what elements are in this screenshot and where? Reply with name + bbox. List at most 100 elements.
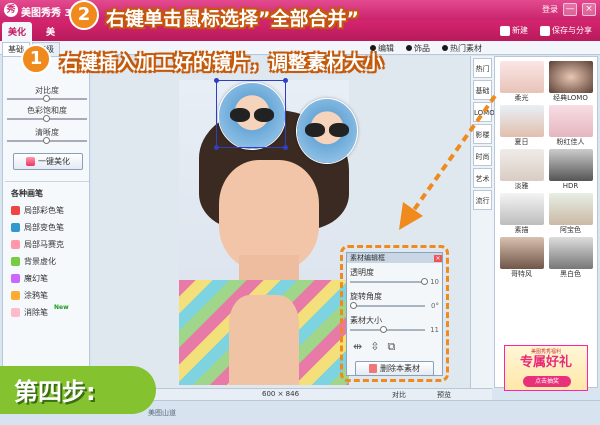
instruction-text-2: 右键单击鼠标选择”全部合并” bbox=[106, 8, 359, 30]
effect-thumb bbox=[548, 105, 593, 137]
local-color-icon bbox=[11, 206, 20, 215]
effect-pink-lady[interactable]: 粉红佳人 bbox=[548, 105, 593, 147]
brush-label: 局部马赛克 bbox=[24, 240, 64, 249]
effect-thumb bbox=[499, 61, 544, 93]
new-icon bbox=[500, 25, 510, 36]
effect-sketch[interactable]: 素描 bbox=[499, 193, 544, 235]
brush-item-eraser[interactable]: 消除笔 New bbox=[5, 304, 89, 321]
instruction-text-1: 右键插入加工好的镜片，调整素材大小 bbox=[60, 52, 384, 74]
brush-item-blur[interactable]: 背景虚化 bbox=[5, 253, 89, 270]
effect-label: 哥特风 bbox=[511, 270, 532, 278]
brush-label: 局部彩色笔 bbox=[24, 206, 64, 215]
effect-label: 素描 bbox=[514, 226, 529, 234]
effect-label: 黑白色 bbox=[560, 270, 581, 278]
new-label: 新建 bbox=[512, 26, 528, 35]
sharpness-track[interactable] bbox=[7, 137, 87, 144]
sharpness-slider[interactable]: 清晰度 bbox=[7, 127, 87, 144]
save-icon bbox=[540, 25, 550, 36]
tab-beautify[interactable]: 美化 bbox=[2, 22, 33, 41]
new-button[interactable]: 新建 bbox=[496, 22, 532, 39]
effect-abao-color[interactable]: 阿宝色 bbox=[548, 193, 593, 235]
image-dimensions: 600 × 846 bbox=[262, 390, 300, 398]
effect-soft-light[interactable]: 柔光 bbox=[499, 61, 544, 103]
app-logo-icon: 秀 bbox=[4, 3, 18, 17]
effect-thumb bbox=[499, 193, 544, 225]
contrast-knob[interactable] bbox=[43, 95, 50, 102]
resize-handle[interactable] bbox=[283, 145, 288, 150]
right-tab-hot[interactable]: 热门 bbox=[473, 58, 492, 78]
promo-ad[interactable]: 美图秀秀福利 专属好礼 点击抽奖 bbox=[504, 345, 588, 391]
step-title: 第四步: bbox=[14, 378, 96, 406]
effects-panel: 柔光 经典LOMO 夏日 粉红佳人 淡雅 HDR 素描 阿宝色 哥特风 黑白色 bbox=[494, 56, 598, 388]
left-panel: 对比度 色彩饱和度 清晰度 一键美化 各种画笔 局部彩色笔 局部变色笔 局部马赛… bbox=[2, 56, 90, 388]
effect-label: 经典LOMO bbox=[553, 94, 588, 102]
photo-chest bbox=[229, 295, 299, 385]
annotation-arrow bbox=[399, 94, 497, 230]
saturation-track[interactable] bbox=[7, 115, 87, 122]
effect-label: 粉红佳人 bbox=[556, 138, 585, 146]
brush-item-magic[interactable]: 魔幻笔 bbox=[5, 270, 89, 287]
effect-classic-lomo[interactable]: 经典LOMO bbox=[548, 61, 593, 103]
eraser-icon bbox=[11, 308, 20, 317]
mosaic-icon bbox=[11, 240, 20, 249]
one-click-beautify-button[interactable]: 一键美化 bbox=[13, 153, 83, 170]
step-banner: 第四步: bbox=[0, 366, 156, 414]
effect-hdr[interactable]: HDR bbox=[548, 149, 593, 191]
contrast-slider[interactable]: 对比度 bbox=[7, 85, 87, 102]
effect-thumb bbox=[548, 149, 593, 181]
save-share-button[interactable]: 保存与分享 bbox=[536, 22, 596, 39]
login-link[interactable]: 登录 bbox=[542, 4, 558, 15]
blur-icon bbox=[11, 257, 20, 266]
hot-material-icon bbox=[442, 45, 448, 51]
preview-button[interactable]: 预览 bbox=[437, 390, 451, 400]
brush-label: 涂鸦笔 bbox=[24, 291, 48, 300]
effect-elegant[interactable]: 淡雅 bbox=[499, 149, 544, 191]
saturation-knob[interactable] bbox=[43, 115, 50, 122]
selection-frame[interactable] bbox=[214, 78, 288, 150]
effect-gothic[interactable]: 哥特风 bbox=[499, 237, 544, 279]
minimize-button[interactable]: — bbox=[563, 3, 577, 16]
tool-items: 编辑 饰品 热门素材 bbox=[370, 43, 482, 54]
effect-thumb bbox=[499, 237, 544, 269]
tool-accessory-label: 饰品 bbox=[414, 44, 430, 53]
close-button[interactable]: × bbox=[582, 3, 596, 16]
brush-section: 各种画笔 局部彩色笔 局部变色笔 局部马赛克 背景虚化 魔幻笔 涂鸦笔 消除笔 N… bbox=[5, 181, 89, 331]
top-right-buttons: 新建 保存与分享 bbox=[496, 22, 596, 39]
magic-icon bbox=[26, 157, 35, 166]
save-share-label: 保存与分享 bbox=[552, 26, 592, 35]
brush-title: 各种画笔 bbox=[11, 189, 43, 198]
brush-item-doodle[interactable]: 涂鸦笔 bbox=[5, 287, 89, 304]
tool-hot-material[interactable]: 热门素材 bbox=[442, 43, 482, 54]
brush-label: 消除笔 bbox=[24, 308, 48, 317]
doodle-icon bbox=[11, 291, 20, 300]
resize-handle[interactable] bbox=[214, 78, 219, 83]
saturation-slider[interactable]: 色彩饱和度 bbox=[7, 105, 87, 122]
effect-thumb bbox=[548, 61, 593, 93]
brush-item-local-recolor[interactable]: 局部变色笔 bbox=[5, 219, 89, 236]
lens-sticker-right[interactable] bbox=[296, 98, 358, 164]
saturation-label: 色彩饱和度 bbox=[27, 106, 67, 115]
sharpness-knob[interactable] bbox=[43, 137, 50, 144]
brush-item-local-color[interactable]: 局部彩色笔 bbox=[5, 202, 89, 219]
new-badge: New bbox=[54, 304, 69, 311]
ad-lottery-button[interactable]: 点击抽奖 bbox=[523, 376, 571, 387]
effect-black-white[interactable]: 黑白色 bbox=[548, 237, 593, 279]
effect-summer[interactable]: 夏日 bbox=[499, 105, 544, 147]
resize-handle[interactable] bbox=[283, 78, 288, 83]
accessory-icon bbox=[406, 45, 412, 51]
resize-handle[interactable] bbox=[214, 145, 219, 150]
contrast-track[interactable] bbox=[7, 95, 87, 102]
effect-thumb bbox=[548, 193, 593, 225]
effects-grid: 柔光 经典LOMO 夏日 粉红佳人 淡雅 HDR 素描 阿宝色 哥特风 黑白色 bbox=[495, 57, 597, 279]
tool-accessory[interactable]: 饰品 bbox=[406, 43, 430, 54]
effect-label: 阿宝色 bbox=[560, 226, 581, 234]
magic-brush-icon bbox=[11, 274, 20, 283]
tab-second[interactable]: 美 bbox=[40, 22, 61, 41]
bottom-link[interactable]: 美图山道 bbox=[148, 408, 176, 418]
compare-button[interactable]: 对比 bbox=[392, 390, 406, 400]
brush-item-mosaic[interactable]: 局部马赛克 bbox=[5, 236, 89, 253]
one-click-label: 一键美化 bbox=[38, 157, 70, 166]
effect-thumb bbox=[499, 105, 544, 137]
step-badge-1: 1 bbox=[21, 44, 51, 74]
effect-label: 柔光 bbox=[514, 94, 529, 102]
